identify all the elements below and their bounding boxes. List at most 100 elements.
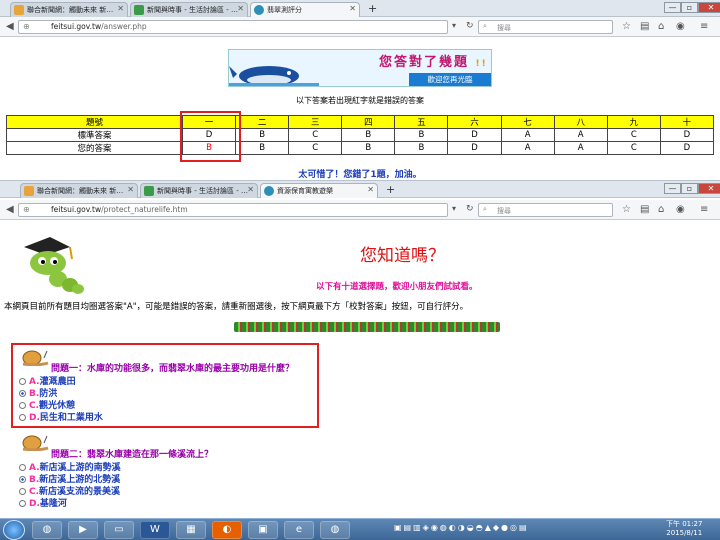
maximize-button[interactable]: ▫ <box>681 2 698 13</box>
table-cell: B <box>394 141 449 155</box>
close-icon[interactable]: ✕ <box>237 4 244 13</box>
table-cell: D <box>659 128 715 142</box>
radio-button[interactable] <box>19 378 26 385</box>
chrome-taskbar-icon[interactable]: ◍ <box>32 521 62 539</box>
table-row: 標準答案 D B C B B D A A C D <box>6 128 715 142</box>
question-two-option-d[interactable]: D.基隆河 <box>19 496 67 509</box>
front-tab-2[interactable]: 新聞與時事 - 生活討論區 - … ✕ <box>140 183 258 198</box>
windows-taskbar: ◍ ▶ ▭ W ▦ ◐ ▣ e ◍ ▣▤▥◈◉◍◐◑◒◓▲◆●◎▤ 下午 01:… <box>0 518 720 540</box>
close-icon[interactable]: ✕ <box>247 185 254 194</box>
back-url-bar[interactable]: ⊕ feitsui.gov.tw/answer.php <box>18 20 448 34</box>
answer-banner: 您答對了幾題 !! 歡迎您再光臨 <box>228 49 492 87</box>
start-button[interactable] <box>3 520 25 540</box>
table-header: 七 <box>500 115 555 129</box>
table-cell: A <box>553 141 608 155</box>
radio-button[interactable] <box>19 500 26 507</box>
row-label: 您的答案 <box>6 141 183 155</box>
answer-table: 題號 一 二 三 四 五 六 七 八 九 十 標準答案 D B C B B D … <box>6 115 715 155</box>
back-tab-strip: 聯合新聞網：觸動未來 新… ✕ 新聞與時事 - 生活討論區 - … ✕ 翡翠測評… <box>0 0 720 17</box>
radio-button-selected[interactable] <box>19 390 26 397</box>
instructions-text: 本網頁目前所有題目均圈選答案"A"，可能是錯誤的答案，請重新圈選後，按下網頁最下… <box>4 302 469 312</box>
answer-title: 以下答案若出現紅字就是錯誤的答案 <box>296 96 424 105</box>
search-icon: ⌕ <box>483 22 487 30</box>
table-header: 六 <box>447 115 502 129</box>
radio-button[interactable] <box>19 402 26 409</box>
new-tab-button[interactable]: + <box>386 183 395 196</box>
table-header: 九 <box>606 115 661 129</box>
reload-icon[interactable]: ↻ <box>466 21 474 31</box>
table-cell: C <box>606 141 661 155</box>
front-tab-strip: 聯合新聞網：觸動未來 新… ✕ 新聞與時事 - 生活討論區 - … ✕ 資源保育… <box>0 181 720 198</box>
firefox-taskbar-icon[interactable]: ◐ <box>212 521 242 539</box>
back-search-input[interactable]: ⌕ 搜尋 <box>478 20 613 34</box>
back-tab-1[interactable]: 聯合新聞網：觸動未來 新… ✕ <box>10 2 128 17</box>
wrong-answer-highlight <box>180 111 241 162</box>
front-url-bar[interactable]: ⊕ feitsui.gov.tw/protect_naturelife.htm <box>18 203 448 217</box>
dropdown-icon[interactable]: ▾ <box>452 21 456 30</box>
question-one-option-d[interactable]: D.民生和工業用水 <box>19 410 103 423</box>
minimize-button[interactable]: — <box>664 183 681 194</box>
new-tab-button[interactable]: + <box>368 2 377 15</box>
menu-icon[interactable]: ≡ <box>700 21 708 32</box>
table-cell: D <box>659 141 715 155</box>
front-search-input[interactable]: ⌕ 搜尋 <box>478 203 613 217</box>
search-icon: ⌕ <box>483 205 487 213</box>
close-icon[interactable]: ✕ <box>349 4 356 13</box>
back-arrow-icon[interactable]: ◀ <box>6 204 14 215</box>
app-taskbar-icon-2[interactable]: ▣ <box>248 521 278 539</box>
word-taskbar-icon[interactable]: W <box>140 521 170 539</box>
home-icon[interactable]: ⌂ <box>658 21 664 32</box>
back-tab-2[interactable]: 新聞與時事 - 生活討論區 - … ✕ <box>130 2 248 17</box>
back-nav-bar: ◀ ⊕ feitsui.gov.tw/answer.php ▾ ↻ ⌕ 搜尋 ☆… <box>0 17 720 37</box>
system-tray-icons[interactable]: ▣▤▥◈◉◍◐◑◒◓▲◆●◎▤ <box>394 523 529 532</box>
minimize-button[interactable]: — <box>664 2 681 13</box>
clock[interactable]: 下午 01:27 2015/8/11 <box>666 520 702 538</box>
table-cell: B <box>235 141 290 155</box>
close-icon[interactable]: ✕ <box>367 185 374 194</box>
bookmark-star-icon[interactable]: ☆ <box>622 21 631 32</box>
pocket-icon[interactable]: ◉ <box>676 21 685 32</box>
close-icon[interactable]: ✕ <box>117 4 124 13</box>
decorative-divider <box>234 322 500 332</box>
close-window-button[interactable]: ✕ <box>698 2 720 13</box>
site-icon <box>254 5 264 15</box>
media-player-taskbar-icon[interactable]: ▶ <box>68 521 98 539</box>
result-message: 太可惜了！您錯了1題，加油。 <box>298 170 422 180</box>
radio-button[interactable] <box>19 464 26 471</box>
menu-icon[interactable]: ≡ <box>700 204 708 215</box>
front-tab-1[interactable]: 聯合新聞網：觸動未來 新… ✕ <box>20 183 138 198</box>
table-cell: C <box>606 128 661 142</box>
table-header: 八 <box>553 115 608 129</box>
question-one-title: 問題一：水庫的功能很多，而翡翠水庫的最主要功用是什麼？ <box>51 364 295 374</box>
radio-button[interactable] <box>19 414 26 421</box>
dropdown-icon[interactable]: ▾ <box>452 204 456 213</box>
bookmarks-icon[interactable]: ▤ <box>640 21 649 32</box>
maximize-button[interactable]: ▫ <box>681 183 698 194</box>
globe-icon: ⊕ <box>23 205 30 214</box>
bookmarks-icon[interactable]: ▤ <box>640 204 649 215</box>
explorer-taskbar-icon[interactable]: ▭ <box>104 521 134 539</box>
question-two-title: 問題二：翡翠水庫建造在那一條溪流上？ <box>51 450 214 460</box>
table-cell: B <box>394 128 449 142</box>
home-icon[interactable]: ⌂ <box>658 204 664 215</box>
globe-icon: ⊕ <box>23 22 30 31</box>
close-icon[interactable]: ✕ <box>127 185 134 194</box>
reload-icon[interactable]: ↻ <box>466 204 474 214</box>
banner-suffix: !! <box>475 59 488 69</box>
table-cell: D <box>447 128 502 142</box>
whale-illustration <box>229 66 319 86</box>
bookmark-star-icon[interactable]: ☆ <box>622 204 631 215</box>
front-tab-3[interactable]: 資源保育寓教遊樂 ✕ <box>260 183 378 198</box>
radio-button[interactable] <box>19 488 26 495</box>
pocket-icon[interactable]: ◉ <box>676 204 685 215</box>
back-tab-3[interactable]: 翡翠測評分 ✕ <box>250 2 360 17</box>
forum-icon <box>144 186 154 196</box>
close-window-button[interactable]: ✕ <box>698 183 720 194</box>
front-nav-bar: ◀ ⊕ feitsui.gov.tw/protect_naturelife.ht… <box>0 200 720 220</box>
radio-button-selected[interactable] <box>19 476 26 483</box>
back-arrow-icon[interactable]: ◀ <box>6 21 14 32</box>
chrome-taskbar-icon-2[interactable]: ◍ <box>320 521 350 539</box>
back-window-controls: — ▫ ✕ <box>664 2 720 13</box>
ie-taskbar-icon[interactable]: e <box>284 521 314 539</box>
app-taskbar-icon[interactable]: ▦ <box>176 521 206 539</box>
